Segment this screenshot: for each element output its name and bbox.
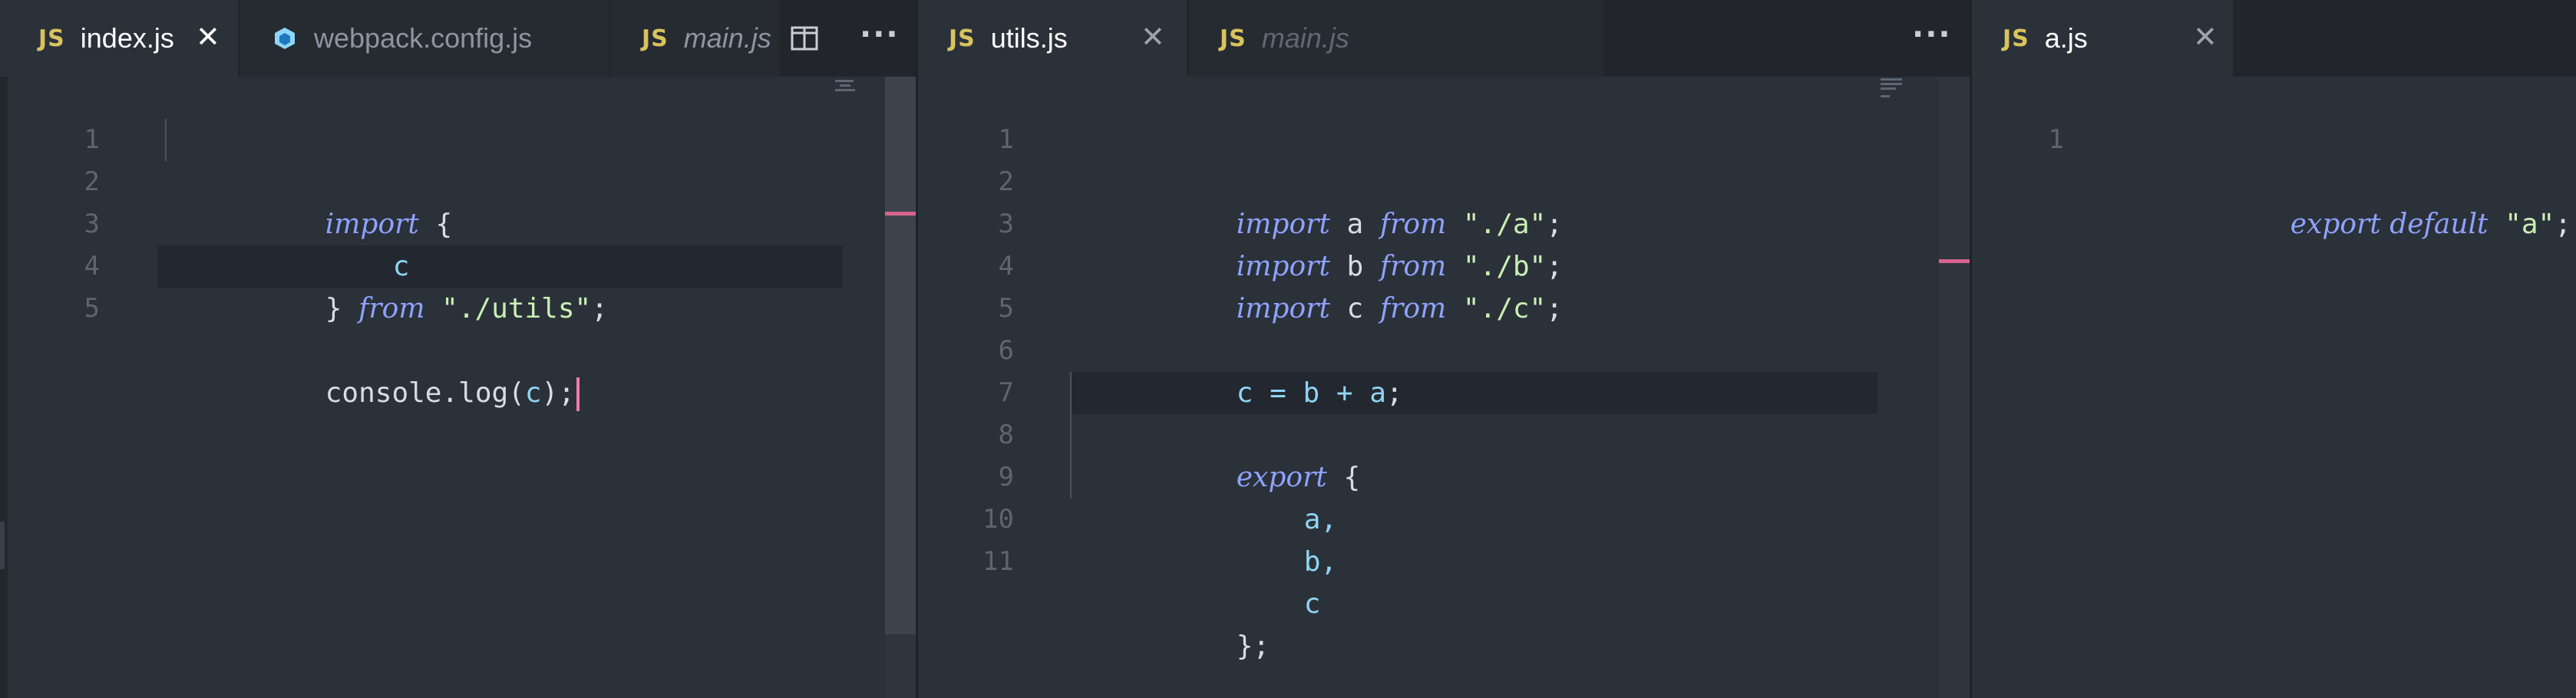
tab-main-js-preview[interactable]: JS main.js <box>1189 0 1603 77</box>
tab-label: main.js <box>1261 22 1349 54</box>
activity-indicator <box>0 522 5 569</box>
tab-label: a.js <box>2044 22 2088 54</box>
code-line: 11 }; <box>918 499 1970 662</box>
keyword: from <box>358 293 425 324</box>
minimap-line <box>1881 95 1890 97</box>
code-line: 9 b, <box>918 414 1970 578</box>
keyword: export <box>2290 209 2381 240</box>
close-icon[interactable]: ✕ <box>2193 20 2218 54</box>
tab-bar-right: JS a.js ✕ <box>1972 0 2576 77</box>
code-line: 3 import c from "./c"; <box>918 161 1970 324</box>
editor-pane-left: JS index.js ✕ webpack.config.js JS main.… <box>8 0 916 698</box>
line-number: 11 <box>983 546 1014 577</box>
code-text: console.log( <box>325 377 525 409</box>
line-number: 5 <box>84 293 100 324</box>
text-cursor <box>576 377 580 411</box>
js-file-icon: JS <box>1220 25 1247 52</box>
line-number: 1 <box>2048 124 2064 155</box>
js-file-icon: JS <box>38 25 65 52</box>
js-file-icon: JS <box>642 25 669 52</box>
editor-window: JS index.js ✕ webpack.config.js JS main.… <box>0 0 2576 698</box>
minimap-line <box>1881 87 1896 90</box>
punctuation: ); <box>541 377 575 409</box>
code-line: 10 c <box>918 456 1970 620</box>
cursor-position-marker <box>1939 259 1970 263</box>
cursor-position-marker <box>885 212 916 216</box>
scrollbar-track[interactable] <box>885 77 916 698</box>
punctuation: } <box>325 293 359 324</box>
punctuation: }; <box>1236 631 1270 662</box>
punctuation: ; <box>591 293 608 324</box>
more-actions-icon[interactable]: ··· <box>1912 17 1952 52</box>
identifier: c <box>1303 588 1321 620</box>
editor-pane-middle: JS utils.js ✕ JS main.js ··· 1 import a … <box>918 0 1970 698</box>
minimap-line <box>1881 78 1902 81</box>
tab-label: utils.js <box>990 22 1068 54</box>
code-line: 1 import a from "./a"; <box>918 77 1970 240</box>
js-file-icon: JS <box>2003 25 2029 52</box>
identifier: c <box>524 377 542 409</box>
code-line: 1 import { <box>8 77 916 240</box>
tab-bar-middle: JS utils.js ✕ JS main.js ··· <box>918 0 1970 77</box>
keyword: default <box>2380 209 2488 240</box>
code-editor-right[interactable]: 1 export default "a"; <box>1972 77 2576 698</box>
scrollbar-thumb[interactable] <box>885 77 916 634</box>
string-literal: "./utils" <box>424 293 592 324</box>
minimap-line <box>835 80 854 82</box>
webpack-cube-icon <box>275 28 295 49</box>
minimap-line <box>1881 83 1902 85</box>
code-line: 1 export default "a"; <box>1972 77 2576 240</box>
split-editor-icon[interactable] <box>791 26 818 51</box>
minimap-line <box>840 84 850 87</box>
scrollbar-track[interactable] <box>1939 77 1970 698</box>
code-line: 7 export { <box>918 330 1970 493</box>
code-line: 5 console.log(c); <box>8 245 916 411</box>
tab-utils-js[interactable]: JS utils.js ✕ <box>918 0 1187 77</box>
code-line: 3 } from "./utils"; <box>8 161 916 324</box>
close-icon[interactable]: ✕ <box>1141 20 1165 54</box>
punctuation: ; <box>2555 209 2571 240</box>
minimap-line <box>835 89 855 91</box>
code-line: 5 c = b + a; <box>918 245 1970 409</box>
tab-index-js[interactable]: JS index.js ✕ <box>8 0 238 77</box>
tab-label: index.js <box>80 22 174 54</box>
code-editor-left[interactable]: 1 import { 2 c 3 } from "./utils"; 4 5 c… <box>8 77 916 698</box>
close-icon[interactable]: ✕ <box>196 20 220 54</box>
tab-main-js-preview[interactable]: JS main.js <box>611 0 780 77</box>
code-line: 4 <box>8 203 916 282</box>
tab-label: webpack.config.js <box>314 22 533 54</box>
tab-webpack-config[interactable]: webpack.config.js <box>240 0 609 77</box>
editor-pane-right: JS a.js ✕ 1 export default "a"; <box>1972 0 2576 698</box>
more-actions-icon[interactable]: ··· <box>860 17 900 52</box>
code-line: 2 import b from "./b"; <box>918 119 1970 282</box>
js-file-icon: JS <box>949 25 976 52</box>
tab-a-js[interactable]: JS a.js ✕ <box>1972 0 2233 77</box>
activity-strip <box>0 77 8 698</box>
string-literal: "a" <box>2488 209 2555 240</box>
tab-label: main.js <box>683 22 771 54</box>
tab-bar-left: JS index.js ✕ webpack.config.js JS main.… <box>8 0 916 77</box>
code-line: 6 <box>918 288 1970 366</box>
code-editor-middle[interactable]: 1 import a from "./a"; 2 import b from "… <box>918 77 1970 698</box>
code-line: 4 <box>918 203 1970 282</box>
code-line: 8 a, <box>918 372 1970 535</box>
code-line: 2 c <box>8 119 916 282</box>
